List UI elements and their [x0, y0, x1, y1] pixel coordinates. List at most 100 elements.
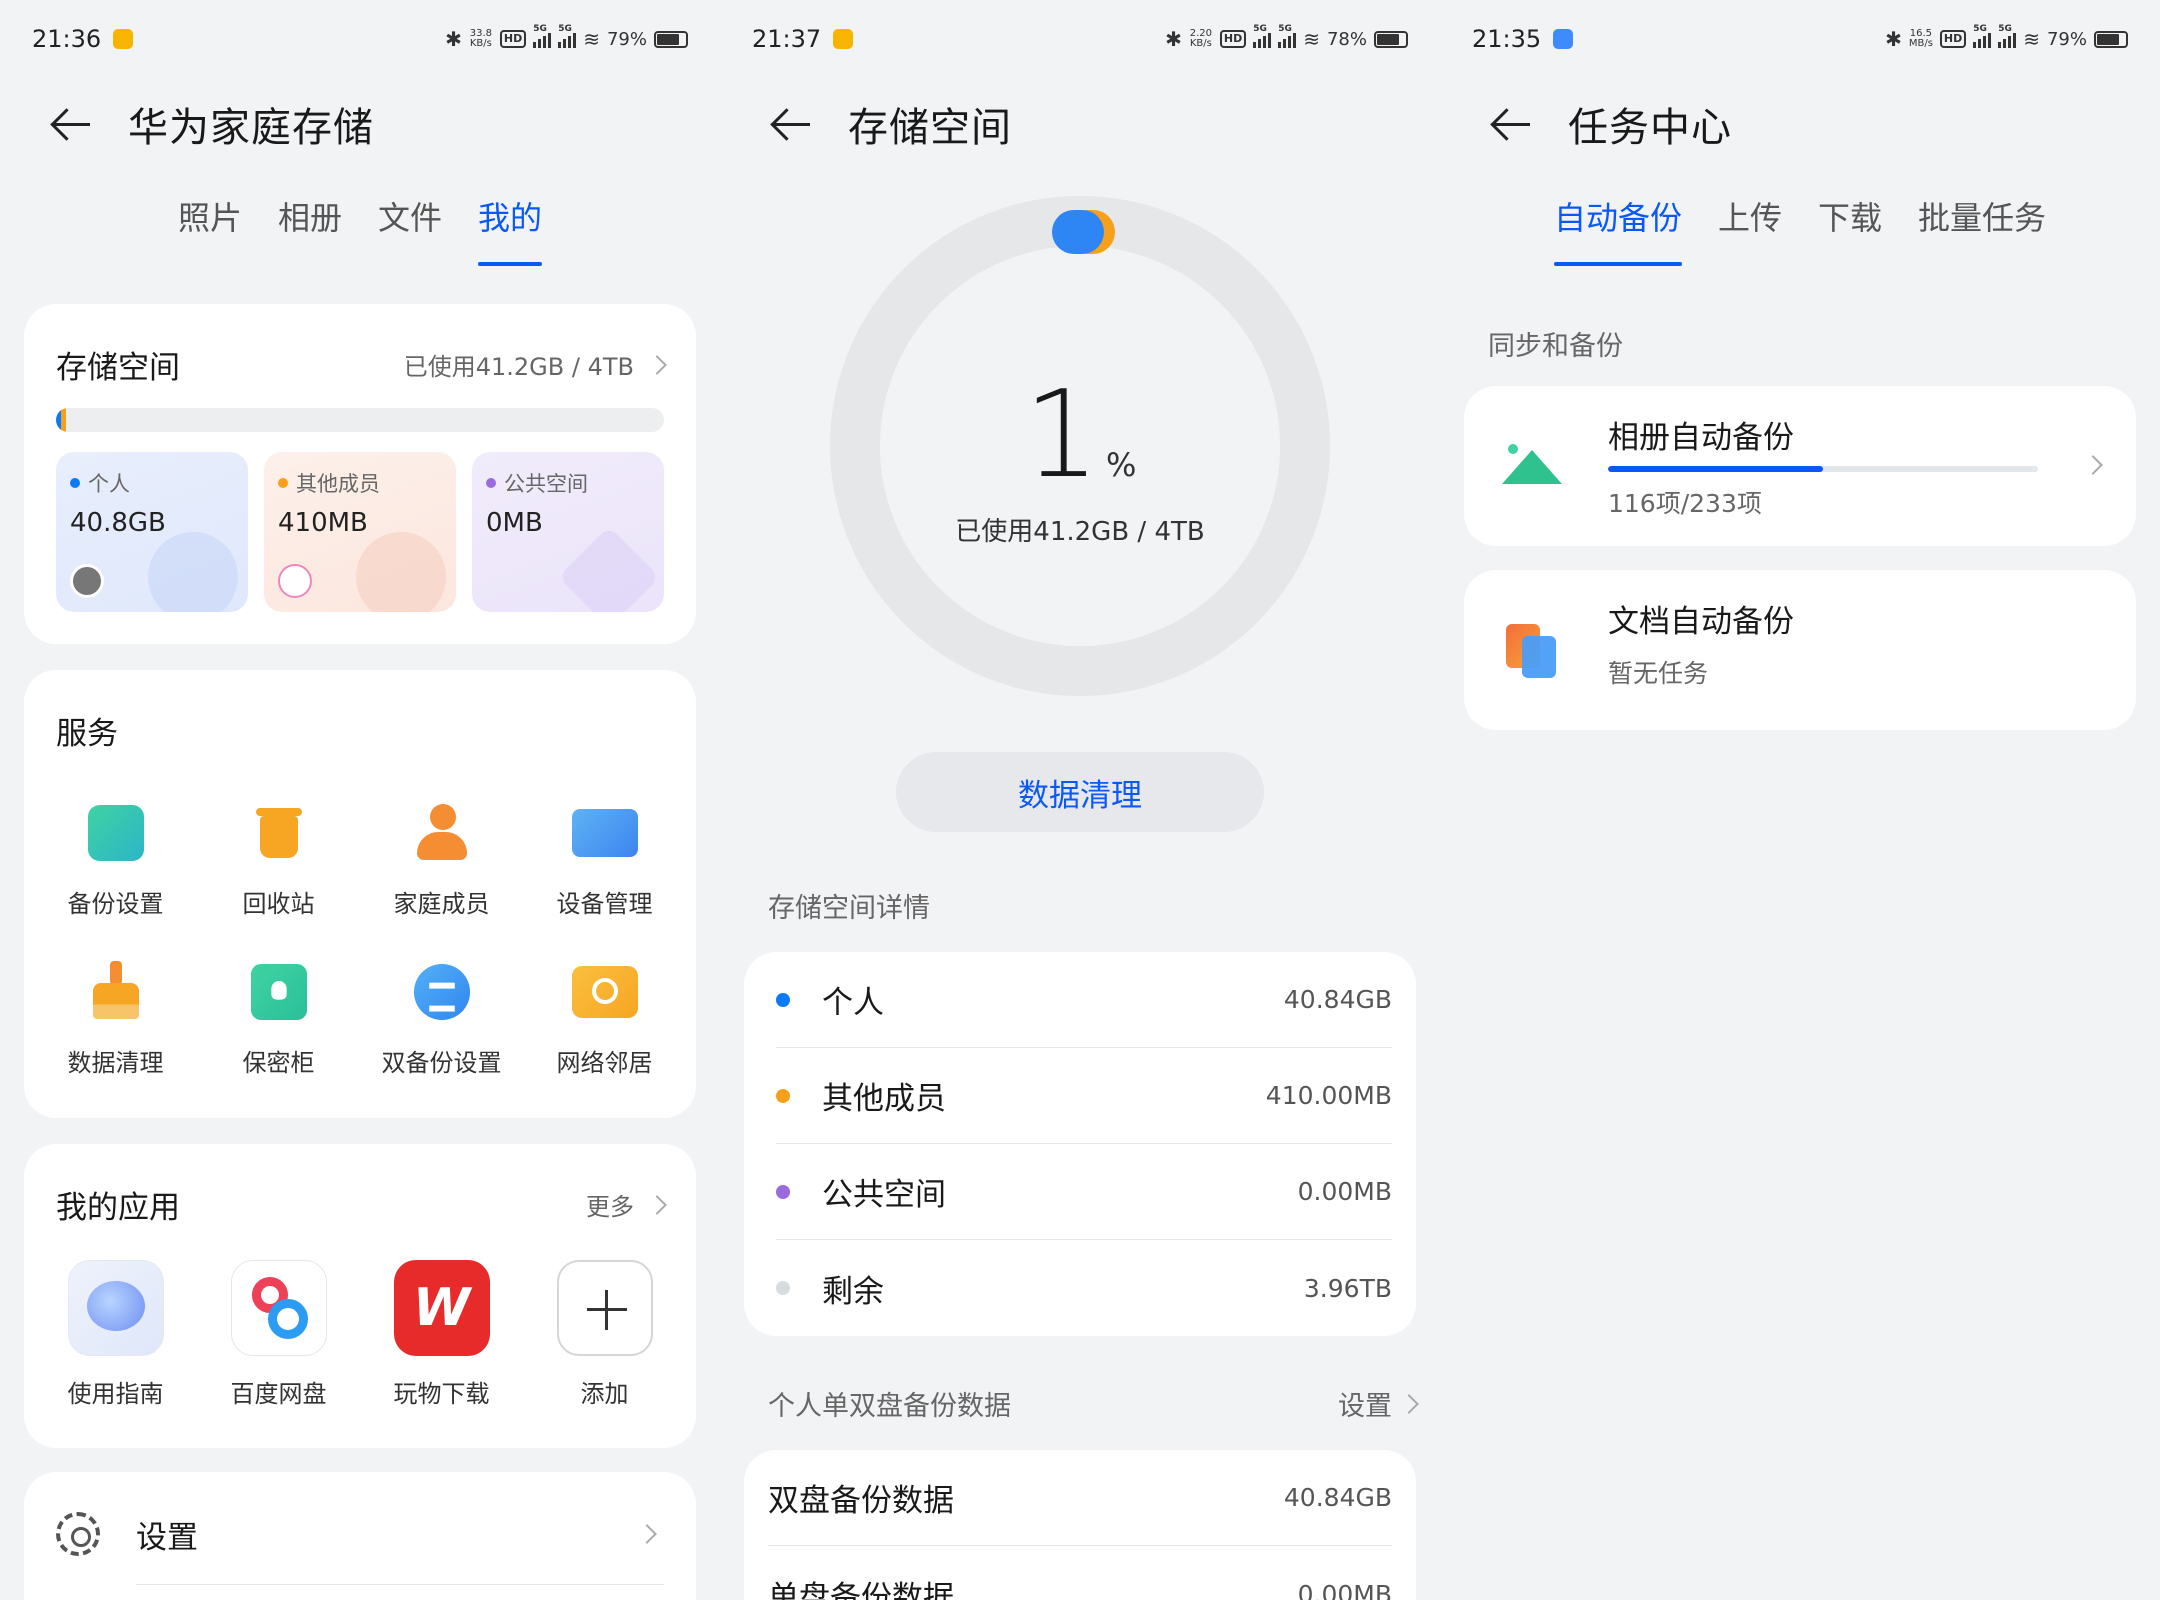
- battery-icon: [1374, 30, 1408, 48]
- app-user-guide[interactable]: 使用指南: [34, 1260, 197, 1409]
- service-label: 双备份设置: [381, 1049, 502, 1077]
- settings-row[interactable]: 设置: [56, 1504, 664, 1564]
- add-icon: [556, 1260, 653, 1356]
- battery-icon: [2094, 30, 2128, 48]
- tab-photos[interactable]: 照片: [160, 190, 260, 270]
- service-label: 设备管理: [556, 890, 653, 918]
- detail-value: 40.84GB: [1283, 985, 1392, 1014]
- app-bar: 华为家庭存储: [0, 88, 720, 160]
- service-dual-backup[interactable]: 双备份设置: [360, 959, 523, 1078]
- backup-value: 40.84GB: [1283, 1483, 1392, 1512]
- settings-label: 设置: [136, 1519, 198, 1556]
- back-arrow-icon[interactable]: [1490, 102, 1534, 146]
- my-apps-title: 我的应用: [56, 1190, 180, 1226]
- other-members-dot: [278, 478, 288, 488]
- task-title: 相册自动备份: [1608, 420, 1794, 456]
- storage-tile-other-members[interactable]: 其他成员 410MB: [264, 452, 456, 612]
- data-cleanup-icon: [83, 959, 149, 1025]
- personal-dot: [70, 478, 80, 488]
- device-management-icon: [571, 809, 638, 857]
- service-network-neighborhood[interactable]: 网络邻居: [523, 959, 686, 1078]
- detail-name: 个人: [822, 985, 884, 1021]
- wanwu-download-icon: [393, 1260, 490, 1356]
- app-add[interactable]: 添加: [523, 1260, 686, 1409]
- document-icon: [1502, 620, 1562, 680]
- service-data-cleanup[interactable]: 数据清理: [34, 959, 197, 1078]
- tab-download[interactable]: 下载: [1800, 190, 1900, 270]
- more-label: 更多: [586, 1193, 634, 1221]
- divider: [136, 1584, 664, 1585]
- page-title: 华为家庭存储: [128, 105, 374, 151]
- status-bar: 21:36 ✱ 33.8 KB/s HD 5G 5G ≋ 79%: [0, 0, 720, 78]
- tab-mine[interactable]: 我的: [460, 190, 560, 270]
- network-neighborhood-icon: [571, 966, 638, 1018]
- page-title: 任务中心: [1568, 105, 1732, 151]
- wifi-icon: ≋: [2023, 27, 2040, 51]
- usage-text: 已使用41.2GB / 4TB: [955, 517, 1205, 547]
- settings-link-label: 设置: [1338, 1391, 1392, 1422]
- person-silhouette-icon: [148, 532, 238, 612]
- document-auto-backup-card[interactable]: 文档自动备份 暂无任务: [1464, 570, 2136, 730]
- app-label: 添加: [580, 1380, 629, 1408]
- service-backup-settings[interactable]: 备份设置: [34, 800, 197, 919]
- storage-used-text: 已使用41.2GB / 4TB: [403, 353, 634, 381]
- signal-5g-icon: 5G: [558, 24, 577, 48]
- signal-5g-icon: 5G: [1253, 24, 1272, 48]
- app-bar: 任务中心: [1440, 88, 2160, 160]
- backup-settings-icon: [87, 804, 144, 862]
- backup-row-dual: 双盘备份数据 40.84GB: [768, 1450, 1392, 1546]
- sync-backup-label: 同步和备份: [1488, 331, 1623, 362]
- battery-percent: 79%: [2046, 28, 2087, 50]
- usage-percent: 1: [1023, 366, 1100, 505]
- tile-label: 公共空间: [504, 472, 588, 496]
- service-recycle-bin[interactable]: 回收站: [197, 800, 360, 919]
- signal-5g-icon: 5G: [533, 24, 552, 48]
- task-title: 文档自动备份: [1608, 604, 1794, 640]
- back-arrow-icon[interactable]: [770, 102, 814, 146]
- services-card: 服务 备份设置 回收站 家庭成员 设备管理 数据清理 保密柜 双备份设置 网络邻…: [24, 670, 696, 1118]
- dual-backup-icon: [413, 963, 470, 1021]
- back-arrow-icon[interactable]: [50, 102, 94, 146]
- signal-5g-icon: 5G: [1998, 24, 2017, 48]
- tab-albums[interactable]: 相册: [260, 190, 360, 270]
- tab-files[interactable]: 文件: [360, 190, 460, 270]
- storage-tile-public-space[interactable]: 公共空间 0MB: [472, 452, 664, 612]
- detail-row-public-space[interactable]: 公共空间 0.00MB: [776, 1144, 1392, 1240]
- service-device-management[interactable]: 设备管理: [523, 800, 686, 919]
- app-baidu-netdisk[interactable]: 百度网盘: [197, 1260, 360, 1409]
- detail-value: 410.00MB: [1265, 1081, 1392, 1110]
- chevron-right-icon: [1399, 1393, 1419, 1414]
- tab-upload[interactable]: 上传: [1700, 190, 1800, 270]
- app-wanwu-download[interactable]: 玩物下载: [360, 1260, 523, 1409]
- tab-bar: 自动备份 上传 下载 批量任务: [1440, 190, 2160, 270]
- user-guide-icon: [67, 1260, 164, 1356]
- network-speed: 2.20 KB/s: [1189, 28, 1212, 49]
- service-safe[interactable]: 保密柜: [197, 959, 360, 1078]
- data-cleanup-button[interactable]: 数据清理: [896, 752, 1264, 832]
- tile-label: 其他成员: [296, 472, 380, 496]
- chevron-right-icon: [647, 1194, 667, 1215]
- backup-settings-link[interactable]: 设置: [1338, 1384, 1419, 1423]
- group-silhouette-icon: [356, 532, 446, 612]
- network-speed: 16.5 MB/s: [1908, 28, 1933, 49]
- detail-row-personal[interactable]: 个人 40.84GB: [776, 952, 1392, 1048]
- app-label: 玩物下载: [393, 1380, 490, 1408]
- page-title: 存储空间: [848, 105, 1012, 151]
- storage-space-card[interactable]: 存储空间 已使用41.2GB / 4TB 个人 40.8GB 其他成员 410M…: [24, 304, 696, 644]
- detail-row-other-members[interactable]: 其他成员 410.00MB: [776, 1048, 1392, 1144]
- status-bar: 21:37 ✱ 2.20 KB/s HD 5G 5G ≋ 78%: [720, 0, 1440, 78]
- service-family-members[interactable]: 家庭成员: [360, 800, 523, 919]
- album-auto-backup-card[interactable]: 相册自动备份 116项/233项: [1464, 386, 2136, 546]
- legend-dot: [776, 1088, 790, 1103]
- avatar: [70, 564, 104, 598]
- more-link[interactable]: 更多: [586, 1187, 667, 1222]
- tab-auto-backup[interactable]: 自动备份: [1536, 190, 1700, 270]
- gear-icon: [56, 1512, 100, 1556]
- service-label: 备份设置: [67, 890, 164, 918]
- family-members-icon: [409, 800, 475, 866]
- chevron-right-icon: [637, 1524, 657, 1544]
- backup-name: 单盘备份数据: [768, 1579, 954, 1600]
- storage-usage-ring: 1% 已使用41.2GB / 4TB: [830, 196, 1330, 696]
- storage-tile-personal[interactable]: 个人 40.8GB: [56, 452, 248, 612]
- tab-batch-tasks[interactable]: 批量任务: [1900, 190, 2064, 270]
